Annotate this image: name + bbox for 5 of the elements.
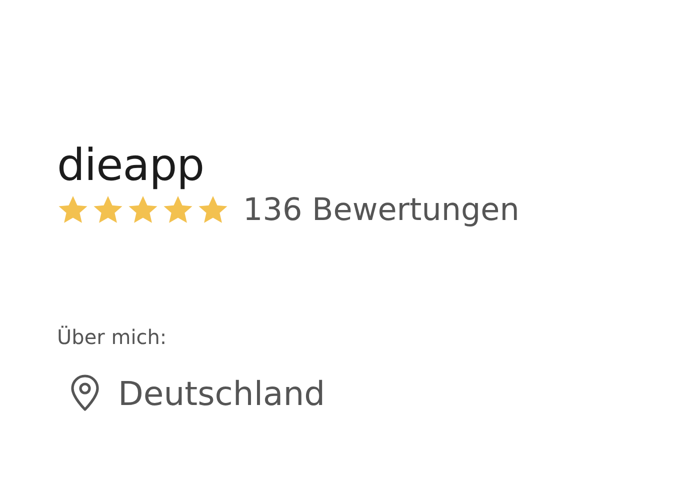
profile-name: dieapp	[57, 142, 206, 190]
location-pin-icon	[70, 374, 100, 412]
location-text: Deutschland	[118, 376, 326, 410]
about-label: Über mich:	[57, 324, 168, 352]
review-count: 136 Bewertungen	[243, 194, 520, 226]
